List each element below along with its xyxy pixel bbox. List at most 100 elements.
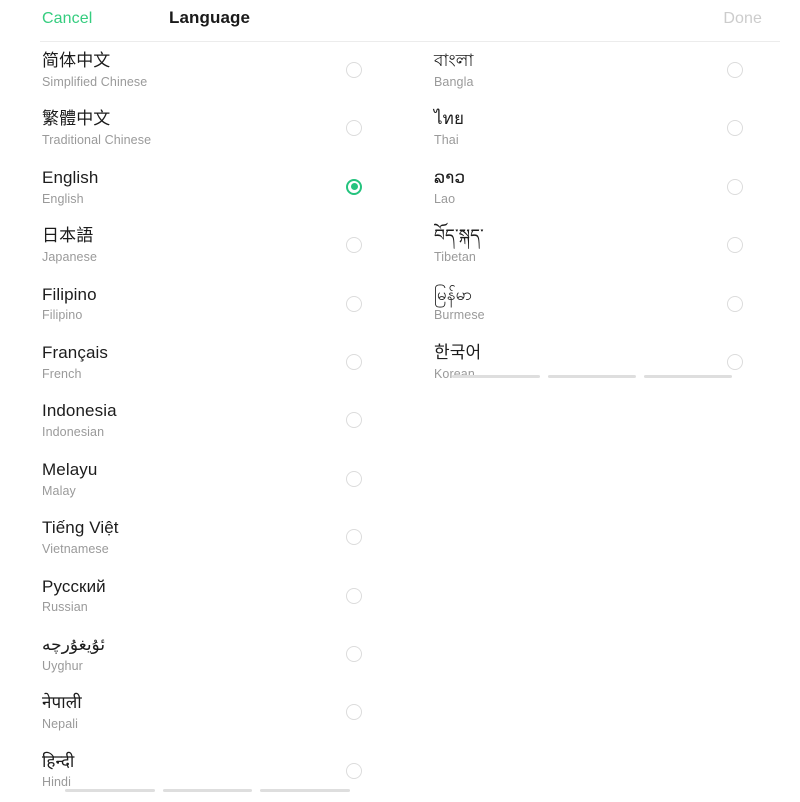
language-radio[interactable] — [346, 471, 362, 487]
language-native-name: ไทย — [434, 101, 714, 131]
language-radio[interactable] — [346, 296, 362, 312]
language-radio[interactable] — [727, 62, 743, 78]
language-native-name: Filipino — [42, 277, 322, 307]
horizontal-scrollbar-left[interactable] — [65, 789, 350, 792]
language-radio[interactable] — [727, 179, 743, 195]
language-row-labels: বাংলাBangla — [434, 43, 714, 90]
language-native-name: বাংলা — [434, 43, 714, 73]
language-english-name: English — [42, 191, 322, 207]
language-native-name: မြန်မာ — [434, 277, 714, 307]
language-row-labels: ئۇيغۇرچەUyghur — [42, 627, 322, 674]
language-row[interactable]: РусскийRussian — [0, 569, 392, 627]
language-native-name: Français — [42, 335, 322, 365]
scrollbar-segment[interactable] — [260, 789, 350, 792]
language-row[interactable]: FilipinoFilipino — [0, 277, 392, 335]
language-radio[interactable] — [727, 296, 743, 312]
done-button[interactable]: Done — [723, 10, 762, 28]
language-radio[interactable] — [346, 646, 362, 662]
language-row[interactable]: ئۇيغۇرچەUyghur — [0, 627, 392, 685]
language-native-name: ລາວ — [434, 160, 714, 190]
language-radio-selected[interactable] — [346, 179, 362, 195]
language-row[interactable]: မြန်မာBurmese — [392, 277, 784, 335]
language-list: 简体中文Simplified Chinese 繁體中文Traditional Ch… — [0, 43, 800, 800]
language-english-name: Burmese — [434, 307, 714, 323]
language-native-name: 简体中文 — [42, 43, 322, 73]
language-radio[interactable] — [346, 704, 362, 720]
language-row-labels: བོད་སྐད་Tibetan — [434, 218, 714, 265]
language-english-name: Malay — [42, 483, 322, 499]
language-row-labels: 繁體中文Traditional Chinese — [42, 101, 322, 148]
language-english-name: Simplified Chinese — [42, 74, 322, 90]
language-row[interactable]: IndonesiaIndonesian — [0, 393, 392, 451]
language-row[interactable]: हिन्दीHindi — [0, 744, 392, 802]
language-row[interactable]: नेपालीNepali — [0, 685, 392, 743]
language-row[interactable]: 简体中文Simplified Chinese — [0, 43, 392, 101]
language-row[interactable]: EnglishEnglish — [0, 160, 392, 218]
language-column-left: 简体中文Simplified Chinese 繁體中文Traditional Ch… — [0, 43, 392, 802]
language-row-labels: ລາວLao — [434, 160, 714, 207]
language-english-name: Vietnamese — [42, 541, 322, 557]
language-row[interactable]: 繁體中文Traditional Chinese — [0, 101, 392, 159]
language-row-labels: 简体中文Simplified Chinese — [42, 43, 322, 90]
language-english-name: Tibetan — [434, 249, 714, 265]
page-title: Language — [169, 8, 250, 28]
language-english-name: Indonesian — [42, 424, 322, 440]
scrollbar-segment[interactable] — [644, 375, 732, 378]
language-row[interactable]: বাংলাBangla — [392, 43, 784, 101]
language-row-labels: FrançaisFrench — [42, 335, 322, 382]
language-native-name: 한국어 — [434, 335, 714, 365]
language-native-name: Русский — [42, 569, 322, 599]
language-row-labels: Tiếng ViệtVietnamese — [42, 510, 322, 557]
language-english-name: Filipino — [42, 307, 322, 323]
language-radio[interactable] — [346, 354, 362, 370]
language-english-name: Thai — [434, 132, 714, 148]
language-radio[interactable] — [346, 62, 362, 78]
header-divider — [40, 41, 780, 42]
language-row[interactable]: ไทยThai — [392, 101, 784, 159]
language-row[interactable]: MelayuMalay — [0, 452, 392, 510]
scrollbar-segment[interactable] — [163, 789, 253, 792]
scrollbar-segment[interactable] — [452, 375, 540, 378]
language-radio[interactable] — [346, 237, 362, 253]
cancel-button[interactable]: Cancel — [42, 10, 92, 28]
language-radio[interactable] — [727, 354, 743, 370]
language-row[interactable]: FrançaisFrench — [0, 335, 392, 393]
language-english-name: Lao — [434, 191, 714, 207]
language-native-name: English — [42, 160, 322, 190]
language-row-labels: IndonesiaIndonesian — [42, 393, 322, 440]
language-radio[interactable] — [346, 529, 362, 545]
language-row-labels: ไทยThai — [434, 101, 714, 148]
language-native-name: 繁體中文 — [42, 101, 322, 131]
language-native-name: 日本語 — [42, 218, 322, 248]
horizontal-scrollbar-right[interactable] — [452, 375, 732, 378]
dialog-header: Cancel Language Done — [0, 0, 800, 40]
language-row[interactable]: Tiếng ViệtVietnamese — [0, 510, 392, 568]
language-native-name: Indonesia — [42, 393, 322, 423]
language-row-labels: မြန်မာBurmese — [434, 277, 714, 324]
language-native-name: Melayu — [42, 452, 322, 482]
language-english-name: Japanese — [42, 249, 322, 265]
language-english-name: Korean — [434, 366, 714, 382]
language-native-name: हिन्दी — [42, 744, 322, 774]
language-row-labels: РусскийRussian — [42, 569, 322, 616]
language-radio[interactable] — [346, 120, 362, 136]
language-row[interactable]: ລາວLao — [392, 160, 784, 218]
language-english-name: Bangla — [434, 74, 714, 90]
scrollbar-segment[interactable] — [65, 789, 155, 792]
language-native-name: བོད་སྐད་ — [434, 218, 714, 248]
language-english-name: French — [42, 366, 322, 382]
scrollbar-segment[interactable] — [548, 375, 636, 378]
language-radio[interactable] — [727, 237, 743, 253]
language-radio[interactable] — [346, 763, 362, 779]
language-row[interactable]: བོད་སྐད་Tibetan — [392, 218, 784, 276]
language-radio[interactable] — [346, 412, 362, 428]
language-native-name: Tiếng Việt — [42, 510, 322, 540]
language-radio[interactable] — [727, 120, 743, 136]
language-row-labels: 日本語Japanese — [42, 218, 322, 265]
language-english-name: Traditional Chinese — [42, 132, 322, 148]
language-radio[interactable] — [346, 588, 362, 604]
language-english-name: Uyghur — [42, 658, 322, 674]
language-row[interactable]: 日本語Japanese — [0, 218, 392, 276]
language-column-right: বাংলাBangla ไทยThai ລາວLao བོད་སྐད་Tibetan မ… — [392, 43, 784, 393]
language-row[interactable]: 한국어Korean — [392, 335, 784, 393]
